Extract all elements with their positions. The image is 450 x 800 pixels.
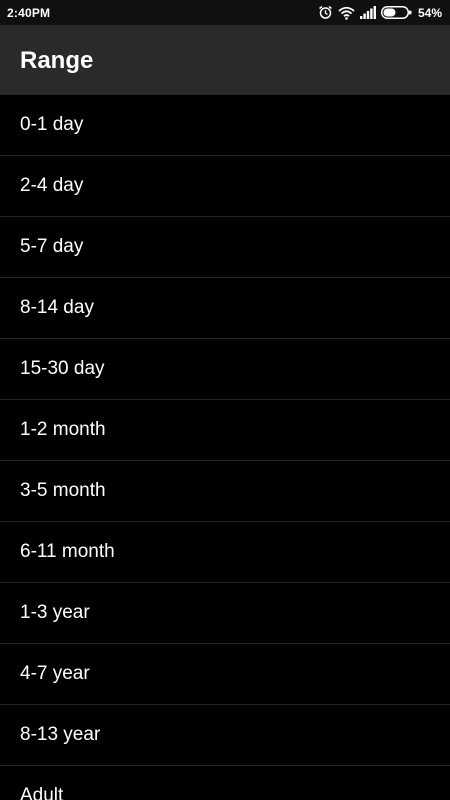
range-item-label: 3-5 month	[20, 480, 106, 501]
range-item-0-1-day[interactable]: 0-1 day	[0, 95, 450, 156]
range-item-label: 8-14 day	[20, 297, 94, 318]
toolbar: Range	[0, 25, 450, 95]
status-icons: 54%	[318, 4, 442, 21]
range-item-label: 4-7 year	[20, 663, 90, 684]
range-item-label: 2-4 day	[20, 175, 84, 196]
page-title: Range	[20, 47, 94, 74]
status-bar: 2:40PM 54%	[0, 0, 450, 25]
range-item-label: 0-1 day	[20, 114, 84, 135]
signal-icon	[359, 6, 376, 19]
range-item-8-14-day[interactable]: 8-14 day	[0, 278, 450, 339]
range-item-3-5-month[interactable]: 3-5 month	[0, 461, 450, 522]
range-item-label: 6-11 month	[20, 541, 115, 562]
range-item-5-7-day[interactable]: 5-7 day	[0, 217, 450, 278]
range-item-4-7-year[interactable]: 4-7 year	[0, 644, 450, 705]
range-item-label: 1-3 year	[20, 602, 90, 623]
range-item-label: Adult	[20, 785, 64, 800]
range-item-1-2-month[interactable]: 1-2 month	[0, 400, 450, 461]
range-item-label: 8-13 year	[20, 724, 101, 745]
range-list: 0-1 day 2-4 day 5-7 day 8-14 day 15-30 d…	[0, 95, 450, 800]
wifi-icon	[338, 6, 355, 20]
screen: 2:40PM 54% Range 0-1 day 2-4 day 5-7 day…	[0, 0, 450, 800]
battery-icon	[380, 6, 412, 19]
range-item-2-4-day[interactable]: 2-4 day	[0, 156, 450, 217]
range-item-label: 1-2 month	[20, 419, 106, 440]
battery-percent: 54%	[417, 5, 442, 20]
range-item-1-3-year[interactable]: 1-3 year	[0, 583, 450, 644]
range-item-6-11-month[interactable]: 6-11 month	[0, 522, 450, 583]
range-item-label: 15-30 day	[20, 358, 105, 379]
range-item-adult[interactable]: Adult	[0, 766, 450, 800]
alarm-icon	[318, 5, 333, 20]
range-item-8-13-year[interactable]: 8-13 year	[0, 705, 450, 766]
range-item-15-30-day[interactable]: 15-30 day	[0, 339, 450, 400]
status-time: 2:40PM	[7, 6, 51, 20]
range-item-label: 5-7 day	[20, 236, 84, 257]
